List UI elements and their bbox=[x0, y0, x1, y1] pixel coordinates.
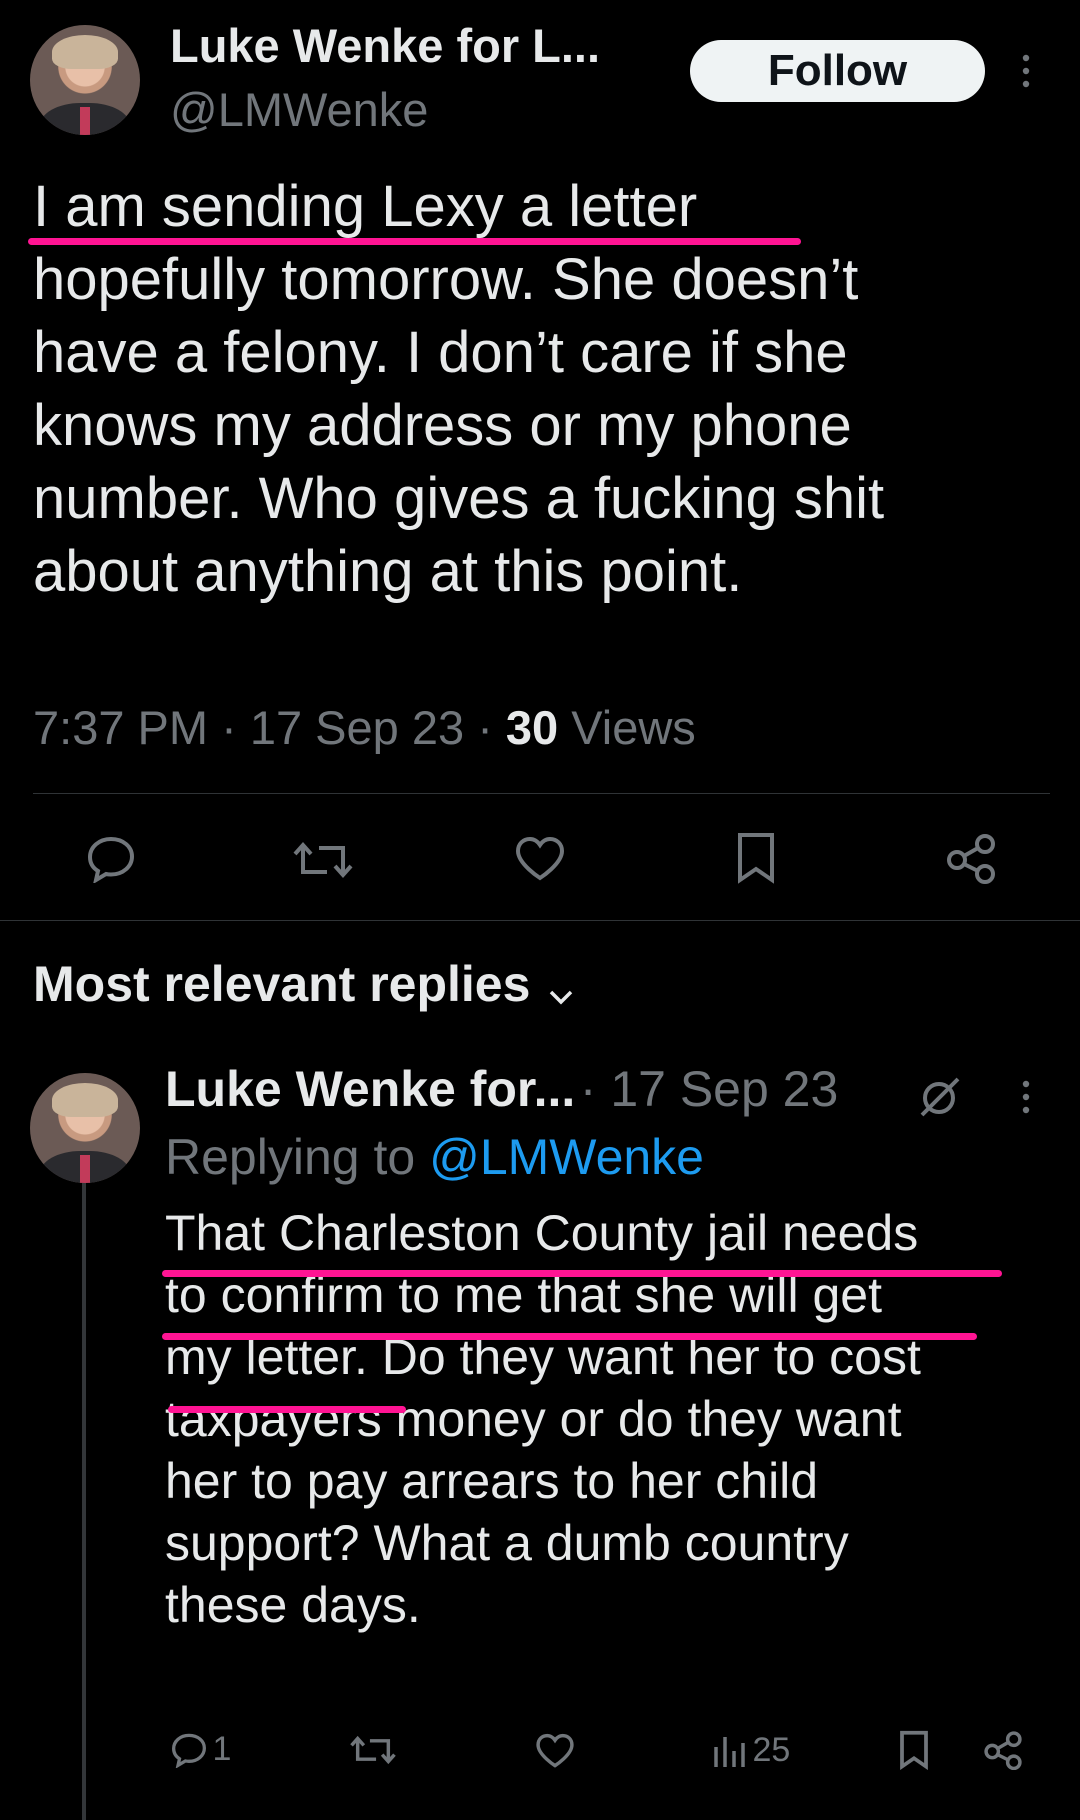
like-icon[interactable] bbox=[514, 836, 566, 882]
highlight-underline bbox=[168, 1406, 406, 1413]
tweet-line: knows my address or my phone bbox=[33, 393, 852, 458]
highlight-underline bbox=[162, 1333, 977, 1340]
author-handle[interactable]: @LMWenke bbox=[170, 82, 428, 137]
author-avatar[interactable] bbox=[30, 25, 140, 135]
reply-icon bbox=[170, 1732, 208, 1768]
reply-header: Luke Wenke for... · 17 Sep 23 bbox=[165, 1061, 839, 1117]
replies-header: Most relevant replies bbox=[33, 956, 531, 1012]
tweet-line: number. Who gives a fucking shit bbox=[33, 466, 885, 531]
reply-author-avatar[interactable] bbox=[30, 1073, 140, 1183]
reply-views-button[interactable]: 25 bbox=[712, 1731, 790, 1770]
reply-share-icon[interactable] bbox=[983, 1730, 1023, 1770]
replying-to-handle[interactable]: @LMWenke bbox=[429, 1129, 704, 1185]
reply-line: taxpayers money or do they want bbox=[165, 1391, 902, 1447]
reply-more-icon[interactable] bbox=[1018, 1078, 1034, 1118]
tweet-time: 7:37 PM bbox=[33, 701, 209, 754]
reply-date[interactable]: 17 Sep 23 bbox=[610, 1061, 838, 1117]
follow-button[interactable]: Follow bbox=[690, 40, 985, 102]
reply-author-name[interactable]: Luke Wenke for... bbox=[165, 1061, 575, 1117]
tweet-line: I am sending Lexy a letter bbox=[33, 174, 698, 239]
views-count: 30 bbox=[505, 701, 559, 754]
reply-line: That Charleston County jail needs bbox=[165, 1205, 919, 1261]
retweet-icon[interactable] bbox=[293, 838, 353, 882]
replies-sort-dropdown[interactable]: Most relevant replies bbox=[33, 955, 575, 1013]
tweet-line: about anything at this point. bbox=[33, 539, 743, 604]
author-name[interactable]: Luke Wenke for L... bbox=[170, 18, 600, 73]
reply-text: That Charleston County jail needs to con… bbox=[165, 1202, 1065, 1636]
highlight-underline bbox=[162, 1270, 1002, 1277]
reply-line: support? What a dumb country bbox=[165, 1515, 849, 1571]
reply-reply-button[interactable]: 1 bbox=[170, 1730, 231, 1769]
reply-icon[interactable] bbox=[85, 835, 137, 883]
chevron-down-icon bbox=[547, 988, 575, 1006]
bookmark-icon[interactable] bbox=[736, 832, 776, 884]
views-icon bbox=[712, 1733, 748, 1769]
reply-like-icon[interactable] bbox=[535, 1733, 575, 1769]
reply-line: these days. bbox=[165, 1577, 421, 1633]
grok-icon[interactable] bbox=[918, 1075, 962, 1119]
share-icon[interactable] bbox=[945, 832, 997, 884]
reply-count: 1 bbox=[212, 1730, 232, 1768]
tweet-meta: 7:37 PM · 17 Sep 23 · 30 Views bbox=[33, 701, 696, 754]
divider bbox=[33, 793, 1050, 794]
divider bbox=[0, 920, 1080, 921]
reply-views-count: 25 bbox=[752, 1731, 791, 1769]
replying-to-label: Replying to bbox=[165, 1129, 416, 1185]
tweet-text: I am sending Lexy a letter hopefully tom… bbox=[33, 170, 1063, 608]
reply-retweet-icon[interactable] bbox=[350, 1733, 396, 1767]
tweet-line: hopefully tomorrow. She doesn’t bbox=[33, 247, 859, 312]
thread-line bbox=[82, 1183, 86, 1820]
more-icon[interactable] bbox=[1018, 52, 1034, 92]
tweet-line: have a felony. I don’t care if she bbox=[33, 320, 848, 385]
replying-to: Replying to @LMWenke bbox=[165, 1128, 704, 1186]
views-label: Views bbox=[571, 701, 696, 754]
reply-bookmark-icon[interactable] bbox=[899, 1730, 929, 1770]
tweet-date: 17 Sep 23 bbox=[249, 701, 465, 754]
reply-line: her to pay arrears to her child bbox=[165, 1453, 819, 1509]
highlight-underline bbox=[28, 238, 801, 245]
